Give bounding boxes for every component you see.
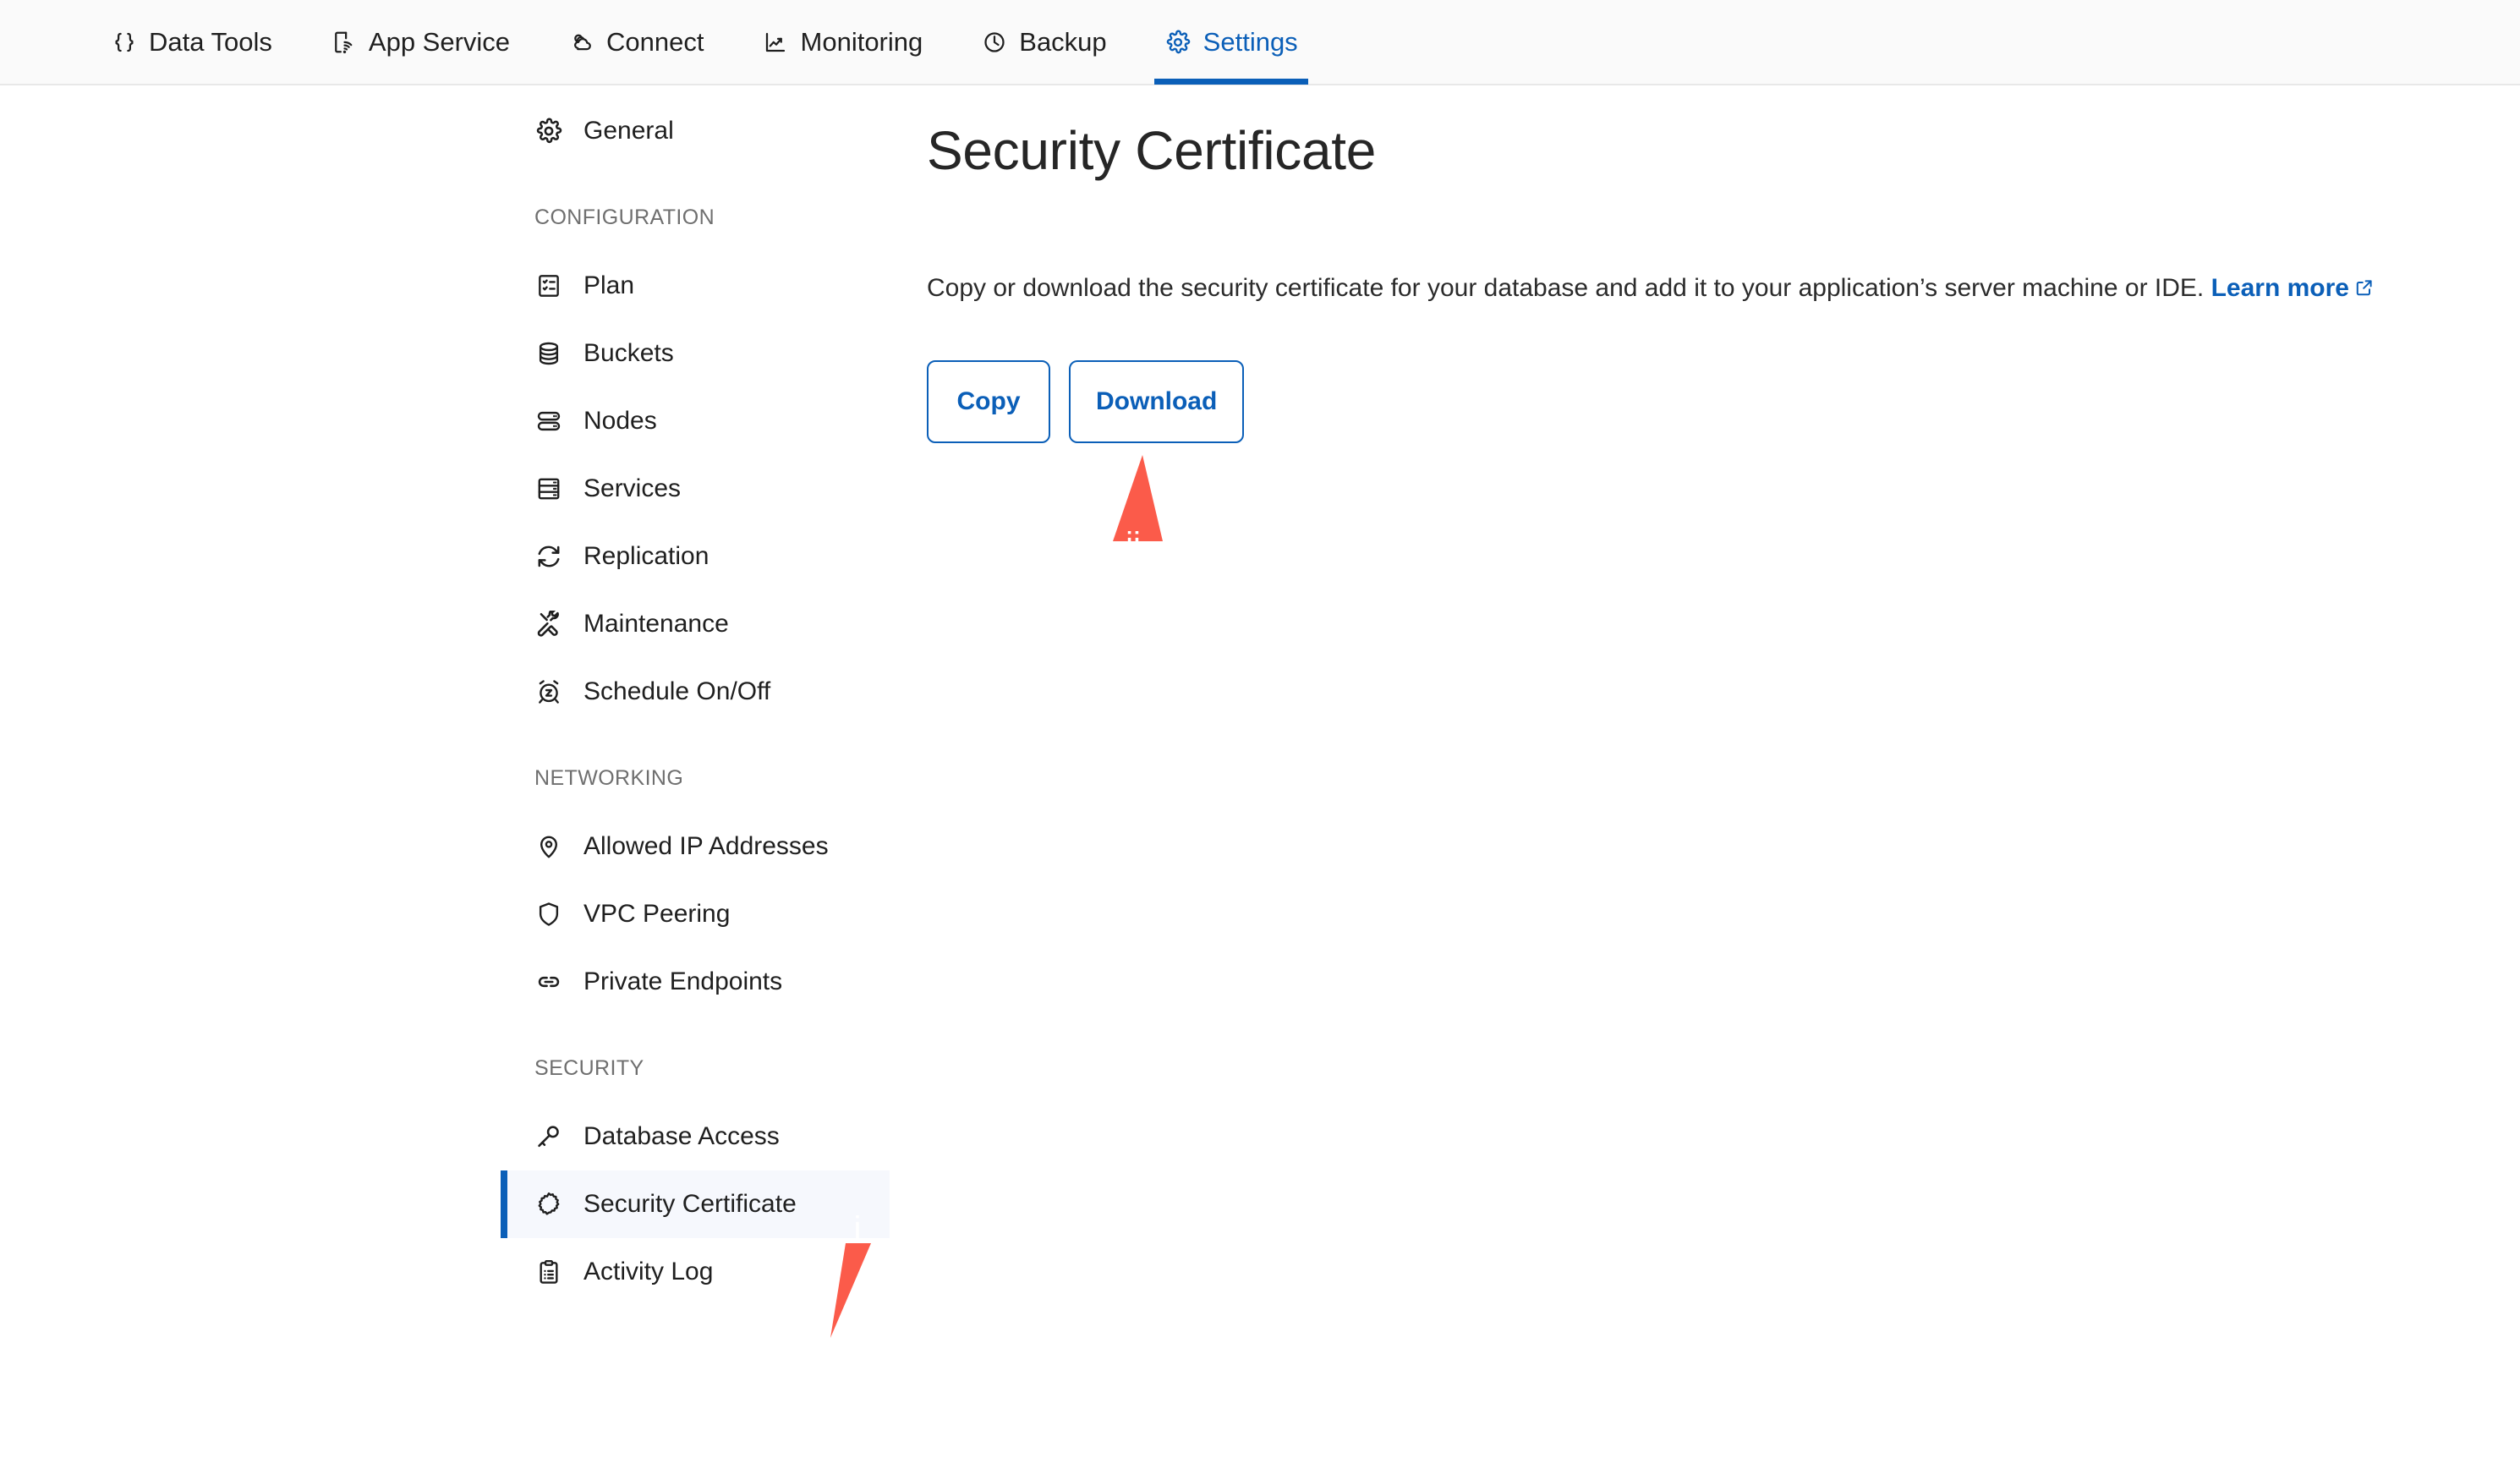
- annotation-ii-badge: ii: [1084, 504, 1182, 585]
- annotation-ii-tail: [1113, 455, 1163, 541]
- annotation-ii-label: ii: [1126, 526, 1141, 563]
- app-window: Data Tools App Service Connect Monitorin…: [0, 0, 2520, 1480]
